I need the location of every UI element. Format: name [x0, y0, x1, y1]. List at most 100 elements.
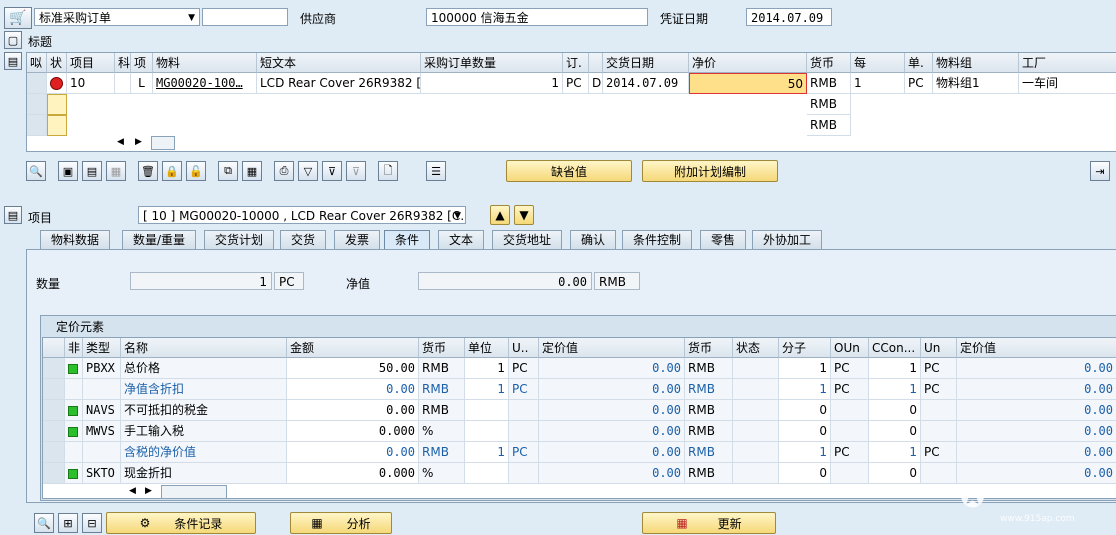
analysis-button[interactable]: ▦ 分析 [290, 512, 392, 534]
col-order-unit[interactable]: 订. [563, 53, 589, 73]
document-icon[interactable]: 🗋 [378, 161, 398, 181]
row-selector[interactable] [43, 358, 65, 379]
ccon[interactable]: 0 [869, 421, 921, 442]
col-delivery-date[interactable]: 交货日期 [603, 53, 689, 73]
tab-delivery-schedule[interactable]: 交货计划 [204, 230, 275, 249]
ccon[interactable]: 0 [869, 463, 921, 484]
document-date-field[interactable]: 2014.07.09 [746, 8, 832, 26]
col-ccon[interactable]: CCon... [869, 338, 921, 358]
pricing-unit[interactable]: 1 [465, 358, 509, 379]
pricing-unit[interactable] [465, 400, 509, 421]
numerator[interactable]: 1 [779, 358, 831, 379]
list-icon[interactable]: ☰ [426, 161, 446, 181]
col-net-price[interactable]: 净价 [689, 53, 807, 73]
tab-retail[interactable]: 零售 [700, 230, 747, 249]
col-condition-type[interactable]: 类型 [83, 338, 121, 358]
export-icon[interactable]: ⇥ [1090, 161, 1110, 181]
tab-invoice[interactable]: 发票 [334, 230, 381, 249]
row-selector[interactable] [27, 94, 47, 115]
account-cat[interactable] [115, 73, 131, 94]
col-condition-value-2[interactable]: 定价值 [957, 338, 1116, 358]
material-group[interactable]: 物料组1 [933, 73, 1019, 94]
pricing-unit[interactable] [465, 463, 509, 484]
numerator[interactable]: 1 [779, 442, 831, 463]
col-po-qty[interactable]: 采购订单数量 [421, 53, 563, 73]
col-account[interactable]: 科 [115, 53, 131, 73]
order-type-select[interactable]: 标准采购订单 ▼ [34, 8, 200, 26]
pricing-unit[interactable]: 1 [465, 379, 509, 400]
condition-amount[interactable]: 0.000 [287, 463, 419, 484]
col-un[interactable]: Un [921, 338, 957, 358]
unlock-icon[interactable]: 🔓 [186, 161, 206, 181]
edit-icon[interactable]: ▦ [106, 161, 126, 181]
expand-header-icon[interactable]: ▢ [4, 31, 22, 49]
update-button[interactable]: ▦ 更新 [642, 512, 776, 534]
duplicate-icon[interactable]: ⧉ [218, 161, 238, 181]
col-plant[interactable]: 工厂 [1019, 53, 1116, 73]
net-price-input[interactable]: 50 [689, 73, 807, 94]
col-per[interactable]: 每 [851, 53, 905, 73]
row-selector[interactable] [43, 400, 65, 421]
col-short-text[interactable]: 短文本 [257, 53, 421, 73]
collapse-item-detail-icon[interactable]: ▤ [4, 206, 22, 224]
date-category[interactable]: D [589, 73, 603, 94]
numerator[interactable]: 1 [779, 379, 831, 400]
row-selector[interactable] [43, 421, 65, 442]
order-unit[interactable]: PC [563, 73, 589, 94]
col-numerator[interactable]: 分子 [779, 338, 831, 358]
scroll-right-icon[interactable]: ▶ [135, 137, 142, 147]
col-item-cat[interactable]: 项 [131, 53, 153, 73]
ccon[interactable]: 1 [869, 379, 921, 400]
col-row-select[interactable] [43, 338, 65, 358]
delete-filter-icon[interactable]: ⊽ [346, 161, 366, 181]
numerator[interactable]: 0 [779, 463, 831, 484]
col-status[interactable]: 状 [47, 53, 67, 73]
tab-quantity-weight[interactable]: 数量/重量 [122, 230, 197, 249]
condition-details-icon[interactable]: 🔍 [34, 513, 54, 533]
ccon[interactable]: 1 [869, 358, 921, 379]
lock-icon[interactable]: 🔒 [162, 161, 182, 181]
numerator[interactable]: 0 [779, 421, 831, 442]
condition-amount[interactable]: 0.00 [287, 379, 419, 400]
copy-icon[interactable]: ▣ [58, 161, 78, 181]
col-amount-currency[interactable]: 货币 [419, 338, 465, 358]
po-quantity[interactable]: 1 [421, 73, 563, 94]
condition-amount[interactable]: 0.00 [287, 400, 419, 421]
tab-condition-control[interactable]: 条件控制 [622, 230, 693, 249]
row-selector[interactable] [27, 115, 47, 136]
col-condition-value[interactable]: 定价值 [539, 338, 685, 358]
col-oun[interactable]: OUn [831, 338, 869, 358]
col-name[interactable]: 名称 [121, 338, 287, 358]
ccon[interactable]: 0 [869, 400, 921, 421]
row-selector[interactable] [27, 73, 47, 94]
col-material-group[interactable]: 物料组 [933, 53, 1019, 73]
tab-confirmations[interactable]: 确认 [570, 230, 617, 249]
previous-item-button[interactable]: ▲ [490, 205, 510, 225]
tab-texts[interactable]: 文本 [438, 230, 485, 249]
col-amount[interactable]: 金额 [287, 338, 419, 358]
row-selector[interactable] [43, 442, 65, 463]
col-pricing-unit[interactable]: 单位 [465, 338, 509, 358]
tab-delivery[interactable]: 交货 [280, 230, 327, 249]
numerator[interactable]: 0 [779, 400, 831, 421]
price-unit[interactable]: 1 [851, 73, 905, 94]
item-number[interactable]: 10 [67, 73, 115, 94]
order-number-field[interactable] [202, 8, 288, 26]
ccon[interactable]: 1 [869, 442, 921, 463]
condition-amount[interactable]: 50.00 [287, 358, 419, 379]
tab-subcontracting[interactable]: 外协加工 [752, 230, 823, 249]
grid-icon[interactable]: ▦ [242, 161, 262, 181]
additional-planning-button[interactable]: 附加计划编制 [642, 160, 778, 182]
delete-row-icon[interactable]: ⊟ [82, 513, 102, 533]
collapse-items-icon[interactable]: ▤ [4, 52, 22, 70]
plant[interactable]: 一车间 [1019, 73, 1116, 94]
pricing-unit[interactable]: 1 [465, 442, 509, 463]
horizontal-scrollbar[interactable] [151, 136, 175, 150]
col-item[interactable]: 项目 [67, 53, 115, 73]
order-price-unit[interactable]: PC [905, 73, 933, 94]
set-filter-icon[interactable]: ⊽ [322, 161, 342, 181]
col-inactive[interactable]: 非 [65, 338, 83, 358]
insert-row-icon[interactable]: ⊞ [58, 513, 78, 533]
tab-conditions[interactable]: 条件 [384, 230, 431, 249]
col-uom[interactable]: U.. [509, 338, 539, 358]
